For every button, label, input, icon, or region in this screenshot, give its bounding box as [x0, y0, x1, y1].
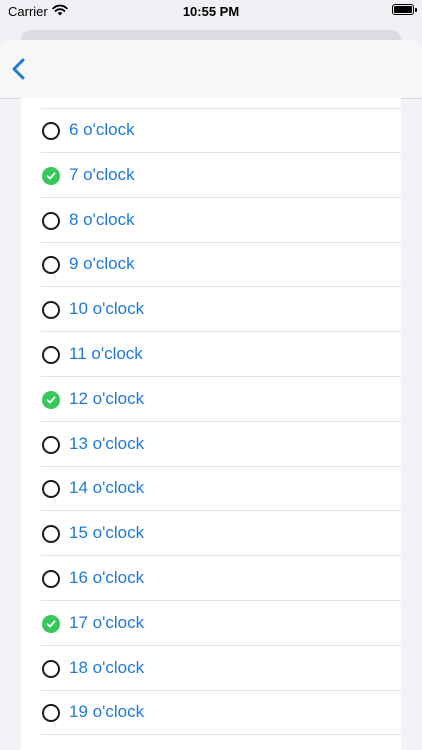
- empty-circle-icon: [42, 211, 60, 230]
- hour-row[interactable]: 7 o'clock: [21, 154, 401, 198]
- clock-time: 10:55 PM: [182, 4, 240, 19]
- hour-row[interactable]: 18 o'clock: [21, 647, 401, 691]
- battery-icon: [392, 4, 417, 15]
- hour-row[interactable]: 14 o'clock: [21, 467, 401, 512]
- hour-label: 18 o'clock: [69, 657, 145, 677]
- hour-label: 6 o'clock: [69, 120, 135, 139]
- hour-label: 19 o'clock: [69, 702, 145, 722]
- chevron-left-icon: [12, 58, 25, 80]
- hour-label: 10 o'clock: [69, 299, 145, 319]
- empty-circle-icon: [42, 301, 60, 320]
- hour-label: 8 o'clock: [69, 209, 135, 229]
- status-bar: Carrier 10:55 PM: [0, 0, 422, 24]
- empty-circle-icon: [42, 346, 60, 364]
- empty-circle-icon: [42, 480, 60, 499]
- back-button[interactable]: [10, 56, 30, 82]
- empty-circle-icon: [42, 122, 60, 140]
- hour-label: 11 o'clock: [69, 344, 143, 363]
- hour-row[interactable]: 12 o'clock: [21, 378, 401, 422]
- hour-label: 17 o'clock: [69, 612, 145, 632]
- empty-circle-icon: [42, 256, 60, 275]
- checkmark-circle-icon: [42, 166, 60, 185]
- hour-row[interactable]: 13 o'clock: [21, 423, 401, 467]
- navigation-bar: [0, 40, 422, 99]
- checkmark-circle-icon: [42, 390, 60, 409]
- empty-circle-icon: [42, 659, 60, 678]
- empty-circle-icon: [42, 525, 60, 544]
- hour-row[interactable]: 15 o'clock: [21, 512, 401, 557]
- hour-label: 15 o'clock: [69, 523, 145, 543]
- hour-row[interactable]: 17 o'clock: [21, 602, 401, 646]
- hour-row[interactable]: 9 o'clock: [21, 243, 401, 288]
- hour-list-container: 6 o'clock 7 o'clock 8 o'clock 9 o'clock 10 o…: [21, 98, 401, 750]
- hour-label: 12 o'clock: [69, 388, 145, 408]
- empty-circle-icon: [42, 435, 60, 454]
- list-divider: [41, 734, 401, 736]
- hour-row[interactable]: 16 o'clock: [21, 557, 401, 601]
- hour-row[interactable]: 11 o'clock: [21, 333, 401, 377]
- hour-label: 9 o'clock: [69, 254, 135, 274]
- hour-row[interactable]: 8 o'clock: [21, 199, 401, 243]
- modal-sheet: 6 o'clock 7 o'clock 8 o'clock 9 o'clock 10 o…: [0, 40, 422, 750]
- empty-circle-icon: [42, 704, 60, 723]
- hour-label: 16 o'clock: [69, 568, 145, 587]
- hour-label: 7 o'clock: [69, 164, 135, 184]
- hour-label: 13 o'clock: [69, 433, 145, 453]
- hour-row[interactable]: 6 o'clock: [21, 109, 401, 153]
- checkmark-circle-icon: [42, 614, 60, 633]
- hour-row[interactable]: 19 o'clock: [21, 691, 401, 736]
- hour-row[interactable]: 10 o'clock: [21, 288, 401, 333]
- empty-circle-icon: [42, 570, 60, 588]
- hour-label: 14 o'clock: [69, 478, 145, 498]
